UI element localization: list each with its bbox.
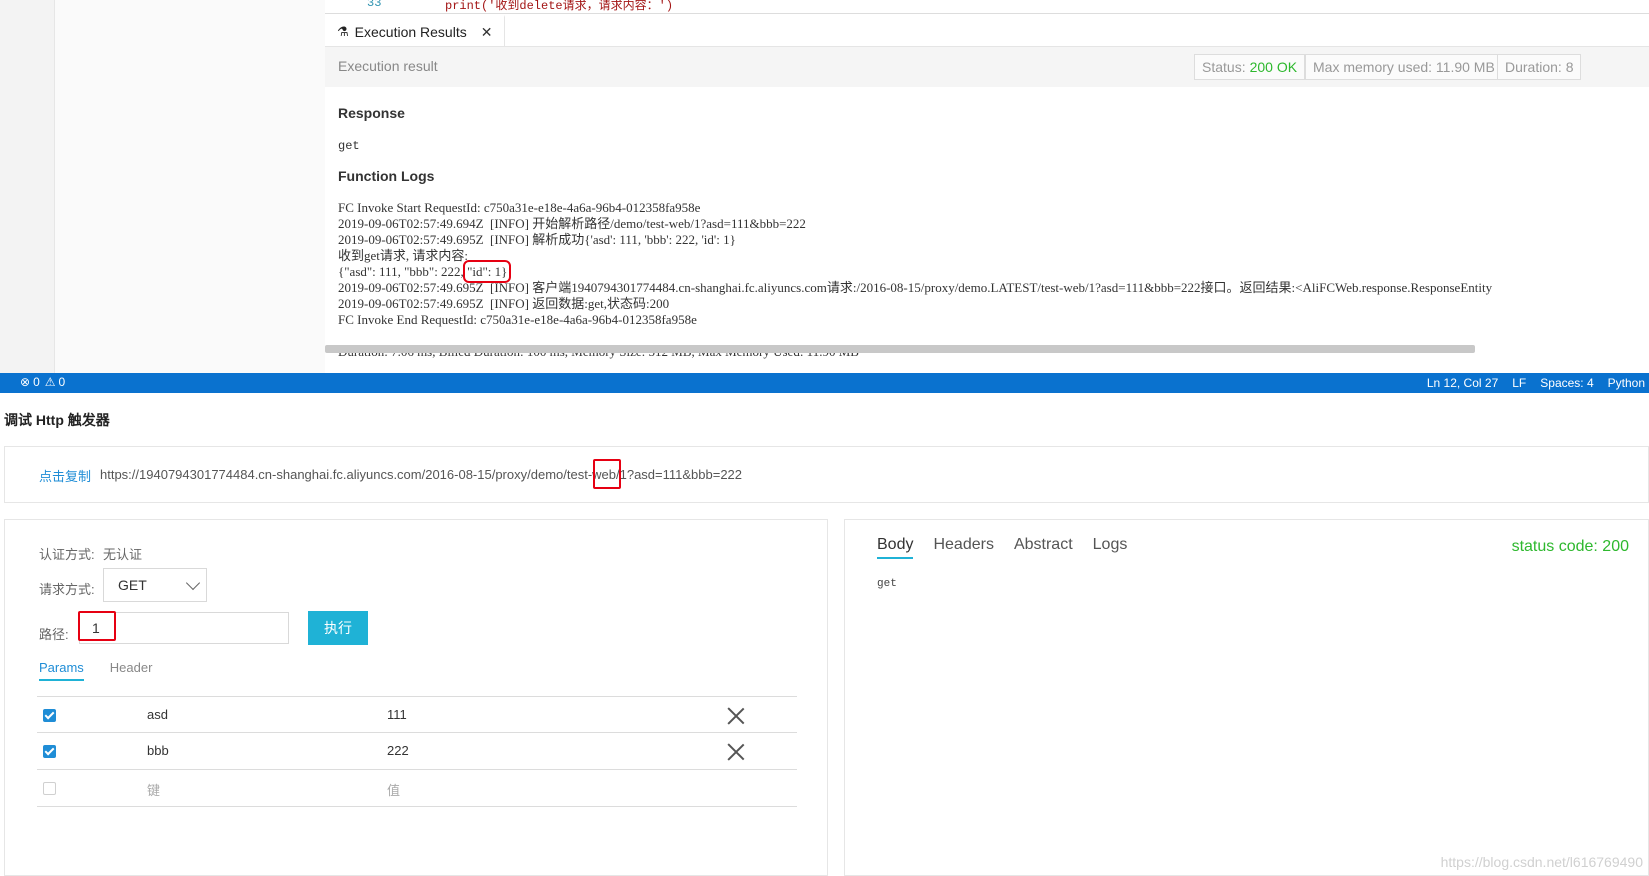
request-panel: 认证方式: 无认证 请求方式: GET 路径: 1 执行 Params Head… bbox=[4, 519, 828, 876]
tab-body[interactable]: Body bbox=[877, 536, 914, 559]
error-icon: ⊗ bbox=[20, 375, 31, 389]
language-mode[interactable]: Python bbox=[1608, 376, 1645, 390]
auth-label: 认证方式: bbox=[39, 547, 95, 562]
table-row: asd 111 bbox=[37, 696, 797, 733]
tab-abstract[interactable]: Abstract bbox=[1014, 536, 1073, 559]
close-icon[interactable] bbox=[726, 742, 746, 762]
warning-count: 0 bbox=[58, 375, 66, 389]
log-line: FC Invoke Start RequestId: c750a31e-e18e… bbox=[338, 200, 701, 215]
path-value: 1 bbox=[92, 620, 100, 636]
status-items: Ln 12, Col 27 LF Spaces: 4 Python bbox=[1427, 376, 1645, 390]
duration-pill: Duration: 8 bbox=[1497, 54, 1582, 80]
log-line: 2019-09-06T02:57:49.695Z [INFO] 客户端19407… bbox=[338, 280, 1493, 295]
tab-label: Execution Results bbox=[354, 24, 467, 40]
status-label: Status: bbox=[1202, 59, 1246, 75]
method-value: GET bbox=[118, 577, 147, 593]
tab-header[interactable]: Header bbox=[110, 660, 153, 681]
request-subtabs: Params Header bbox=[39, 660, 152, 681]
close-icon[interactable]: ✕ bbox=[481, 24, 493, 41]
log-line: 2019-09-06T02:57:49.695Z [INFO] 解析成功{'as… bbox=[338, 232, 736, 247]
execution-title: Execution result bbox=[338, 58, 438, 74]
activity-gutter bbox=[0, 0, 55, 373]
memory-pill: Max memory used: 11.90 MB bbox=[1305, 54, 1503, 80]
param-key[interactable]: bbb bbox=[147, 743, 169, 758]
copy-url-link[interactable]: 点击复制 bbox=[39, 466, 91, 485]
function-logs: FC Invoke Start RequestId: c750a31e-e18e… bbox=[338, 200, 1648, 360]
warning-icon: ⚠ bbox=[44, 375, 56, 389]
response-panel: Body Headers Abstract Logs status code: … bbox=[844, 519, 1649, 876]
response-tabs: Body Headers Abstract Logs bbox=[877, 536, 1127, 559]
response-body: get bbox=[877, 578, 897, 590]
param-value[interactable]: 111 bbox=[387, 707, 407, 722]
horizontal-scrollbar[interactable] bbox=[325, 345, 1475, 353]
param-checkbox[interactable] bbox=[43, 745, 56, 758]
log-line: {"asd": 111, "bbb": 222, "id": 1} bbox=[338, 260, 1648, 283]
error-count: 0 bbox=[33, 375, 40, 389]
flask-icon: ⚗ bbox=[337, 24, 349, 39]
close-icon[interactable] bbox=[726, 706, 746, 726]
status-bar: ⊗ 0 ⚠ 0 Ln 12, Col 27 LF Spaces: 4 Pytho… bbox=[0, 373, 1649, 393]
debug-trigger-title: 调试 Http 触发器 bbox=[4, 412, 110, 428]
log-line: 收到get请求, 请求内容: bbox=[338, 248, 468, 263]
editor-area: 33 print('收到delete请求，请求内容：') ⚗ Execution… bbox=[0, 0, 1649, 373]
execution-results-panel: ⚗ Execution Results ✕ Execution result S… bbox=[325, 15, 1649, 373]
path-input[interactable]: 1 bbox=[79, 612, 289, 644]
tab-headers[interactable]: Headers bbox=[933, 536, 993, 559]
chevron-down-icon bbox=[185, 575, 201, 591]
results-tabbar: ⚗ Execution Results ✕ bbox=[325, 15, 1649, 47]
param-value[interactable]: 222 bbox=[387, 743, 409, 758]
response-heading: Response bbox=[338, 105, 405, 121]
highlighted-id: "id": 1} bbox=[463, 260, 512, 283]
param-checkbox[interactable] bbox=[43, 782, 56, 795]
path-label: 路径: bbox=[39, 627, 69, 642]
execute-button[interactable]: 执行 bbox=[308, 611, 368, 645]
table-row: bbb 222 bbox=[37, 733, 797, 770]
status-code: status code: 200 bbox=[1511, 538, 1629, 555]
param-key-input[interactable]: 键 bbox=[147, 780, 160, 799]
url-highlight-box bbox=[593, 459, 621, 489]
code-line-strip: 33 print('收到delete请求，请求内容：') bbox=[325, 0, 1649, 14]
tab-logs[interactable]: Logs bbox=[1093, 536, 1128, 559]
tab-params[interactable]: Params bbox=[39, 660, 84, 681]
response-value: get bbox=[338, 139, 360, 153]
log-line-part: {"asd": 111, "bbb": 222, bbox=[338, 264, 468, 279]
trigger-url: https://1940794301774484.cn-shanghai.fc.… bbox=[100, 467, 743, 482]
param-value-input[interactable]: 值 bbox=[387, 780, 400, 799]
log-line: 2019-09-06T02:57:49.694Z [INFO] 开始解析路径/d… bbox=[338, 216, 806, 231]
auth-value: 无认证 bbox=[103, 547, 143, 562]
status-pill: Status: 200 OK bbox=[1194, 54, 1306, 80]
function-logs-heading: Function Logs bbox=[338, 168, 435, 184]
code-line-text: print('收到delete请求，请求内容：') bbox=[445, 0, 674, 13]
method-select[interactable]: GET bbox=[103, 568, 207, 602]
param-checkbox[interactable] bbox=[43, 709, 56, 722]
execution-summary-bar: Execution result Status: 200 OK Max memo… bbox=[325, 47, 1649, 87]
method-label: 请求方式: bbox=[39, 582, 95, 597]
cursor-position[interactable]: Ln 12, Col 27 bbox=[1427, 376, 1498, 390]
tab-execution-results[interactable]: ⚗ Execution Results ✕ bbox=[325, 15, 506, 47]
code-line-number: 33 bbox=[367, 0, 382, 10]
params-table: asd 111 bbb 222 键 值 bbox=[37, 696, 797, 807]
trigger-url-box: 点击复制 https://1940794301774484.cn-shangha… bbox=[4, 446, 1649, 503]
side-panel bbox=[55, 0, 325, 373]
table-row: 键 值 bbox=[37, 770, 797, 807]
log-line: FC Invoke End RequestId: c750a31e-e18e-4… bbox=[338, 312, 697, 327]
line-ending[interactable]: LF bbox=[1512, 376, 1526, 390]
param-key[interactable]: asd bbox=[147, 707, 168, 722]
status-value: 200 OK bbox=[1249, 59, 1298, 75]
indentation[interactable]: Spaces: 4 bbox=[1540, 376, 1593, 390]
log-line: 2019-09-06T02:57:49.695Z [INFO] 返回数据:get… bbox=[338, 296, 670, 311]
watermark: https://blog.csdn.net/l616769490 bbox=[1440, 854, 1643, 870]
problems-indicator[interactable]: ⊗ 0 ⚠ 0 bbox=[20, 375, 65, 389]
